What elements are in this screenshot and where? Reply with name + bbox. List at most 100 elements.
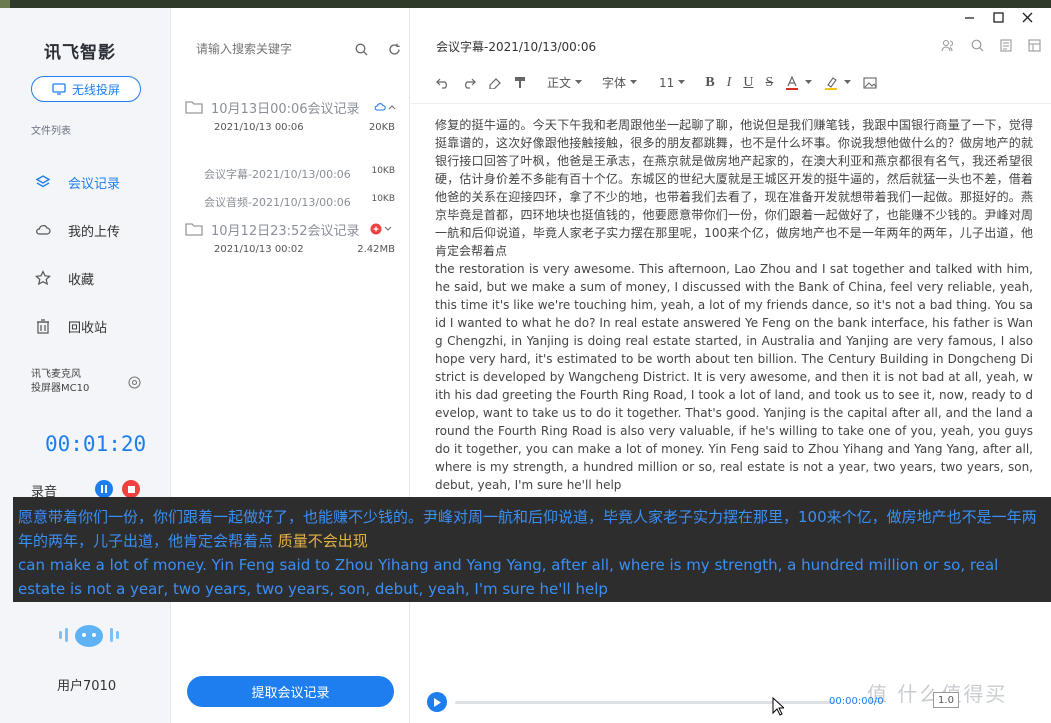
chevron-down-icon[interactable]	[384, 226, 392, 232]
app-logo: 讯飞智影	[44, 43, 116, 63]
nav-item-recycle-bin[interactable]: 回收站	[34, 314, 107, 338]
file-list-label: 文件列表	[31, 126, 71, 137]
paragraph-value: 正文	[547, 76, 572, 90]
app-window: 讯飞智影 无线投屏 文件列表 会议记录 我的上传 收藏 回收站 讯飞麦克风 投屏…	[0, 8, 1051, 723]
mascot-icon	[59, 625, 119, 647]
font-select[interactable]: 字体	[602, 74, 638, 91]
caret-down-icon[interactable]	[844, 80, 852, 85]
eraser-icon[interactable]	[488, 77, 502, 89]
extract-record-button[interactable]: 提取会议记录	[187, 676, 394, 707]
child-name: 会议字幕-2021/10/13/00:06	[204, 168, 351, 181]
nav-item-my-uploads[interactable]: 我的上传	[34, 218, 120, 242]
wireless-cast-label: 无线投屏	[71, 82, 120, 97]
maximize-icon[interactable]	[993, 12, 1004, 23]
pause-icon	[101, 485, 107, 493]
nav-item-meeting-records[interactable]: 会议记录	[34, 170, 120, 194]
nav-label: 收藏	[68, 272, 95, 288]
font-size-select[interactable]: 11	[659, 75, 686, 90]
user-name[interactable]: 用户7010	[57, 675, 116, 694]
document-title: 会议字幕-2021/10/13/00:06	[436, 40, 597, 54]
format-toolbar: 正文 字体 11 B I U S	[436, 74, 1036, 91]
bold-icon[interactable]: B	[705, 75, 714, 91]
cloud-icon	[34, 221, 52, 239]
font-size-value: 11	[659, 75, 675, 90]
child-size: 10KB	[371, 194, 395, 204]
layers-icon	[34, 173, 52, 191]
header-tools	[941, 39, 1041, 52]
subtitle-english: can make a lot of money. Yin Feng said t…	[18, 556, 999, 598]
nav-item-favorites[interactable]: 收藏	[34, 266, 94, 290]
trash-icon	[34, 317, 52, 335]
redo-icon[interactable]	[462, 77, 476, 89]
caret-down-icon	[678, 80, 686, 84]
transcript-editor[interactable]: 修复的挺牛逼的。今天下午我和老周跟他坐一起聊了聊，他说但是我们赚笔钱，我跟中国银…	[435, 116, 1033, 494]
caret-down-icon[interactable]	[805, 80, 813, 85]
folder-icon	[185, 223, 203, 236]
list-item[interactable]: 10月12日23:52会议记录 2021/10/13 00:02 2.42MB	[185, 218, 407, 255]
device-model: 投屏器MC10	[31, 383, 90, 394]
star-icon	[34, 269, 52, 287]
transcribe-badge-icon	[370, 223, 382, 235]
child-size: 10KB	[371, 166, 395, 176]
window-controls	[964, 12, 1033, 23]
device-name: 讯飞麦克风	[31, 369, 81, 380]
list-item[interactable]: 10月13日00:06会议记录 2021/10/13 00:06 20KB	[185, 96, 407, 133]
undo-icon[interactable]	[436, 77, 450, 89]
nav-label: 会议记录	[68, 176, 121, 192]
transcript-english: the restoration is very awesome. This af…	[435, 262, 1033, 492]
play-button[interactable]	[427, 692, 447, 712]
document-icon[interactable]	[1000, 39, 1012, 52]
record-date: 2021/10/13 00:06	[214, 122, 304, 133]
italic-icon[interactable]: I	[727, 75, 732, 91]
recording-timer: 00:01:20	[45, 432, 147, 456]
transcript-chinese: 修复的挺牛逼的。今天下午我和老周跟他坐一起聊了聊，他说但是我们赚笔钱，我跟中国银…	[435, 118, 1033, 258]
gear-icon[interactable]	[128, 376, 141, 389]
font-color-icon[interactable]	[785, 75, 799, 90]
pause-button[interactable]	[95, 480, 113, 498]
paragraph-select[interactable]: 正文	[547, 74, 583, 91]
cloud-upload-icon	[374, 103, 386, 111]
record-size: 20KB	[368, 122, 395, 133]
record-list-panel: 10月13日00:06会议记录 2021/10/13 00:06 20KB 会议…	[171, 8, 410, 723]
folder-icon	[185, 101, 203, 114]
subtitle-chinese-text: 愿意带着你们一份，你们跟着一起做好了，也能赚不少钱的。尹峰对周一航和后仰说道，毕…	[18, 508, 1037, 550]
font-value: 字体	[602, 76, 627, 90]
strikethrough-icon[interactable]: S	[765, 75, 773, 91]
image-icon[interactable]	[863, 76, 877, 89]
chevron-up-icon[interactable]	[388, 104, 396, 110]
toolbar-divider	[411, 103, 1051, 104]
search-icon[interactable]	[355, 43, 368, 56]
nav-label: 回收站	[68, 320, 108, 336]
caret-down-icon	[575, 80, 583, 84]
wireless-cast-button[interactable]: 无线投屏	[31, 76, 141, 102]
minimize-icon[interactable]	[964, 12, 975, 23]
audio-player: 00:00:00/0 1.0	[427, 692, 1047, 712]
caret-down-icon	[630, 80, 638, 84]
nav-label: 我的上传	[68, 224, 121, 240]
stop-button[interactable]	[122, 480, 140, 498]
left-nav: 讯飞智影 无线投屏 文件列表 会议记录 我的上传 收藏 回收站 讯飞麦克风 投屏…	[0, 8, 171, 723]
live-subtitle-overlay: 愿意带着你们一份，你们跟着一起做好了，也能赚不少钱的。尹峰对周一航和后仰说道，毕…	[13, 497, 1051, 602]
close-icon[interactable]	[1022, 12, 1033, 23]
list-item[interactable]: 会议字幕-2021/10/13/00:06 10KB	[204, 166, 407, 182]
stop-icon	[127, 485, 135, 493]
search-input[interactable]	[196, 42, 346, 56]
speed-select[interactable]: 1.0	[933, 692, 959, 708]
export-icon[interactable]	[1028, 39, 1041, 52]
search-icon[interactable]	[971, 39, 984, 52]
record-date: 2021/10/13 00:02	[214, 244, 304, 255]
child-name: 会议音频-2021/10/13/00:06	[204, 196, 351, 209]
record-title: 10月13日00:06会议记录	[211, 101, 360, 117]
subtitle-chinese: 愿意带着你们一份，你们跟着一起做好了，也能赚不少钱的。尹峰对周一航和后仰说道，毕…	[18, 505, 1047, 553]
record-title: 10月12日23:52会议记录	[211, 223, 360, 239]
format-painter-icon[interactable]	[514, 76, 527, 89]
highlight-icon[interactable]	[824, 76, 838, 90]
list-item[interactable]: 会议音频-2021/10/13/00:06 10KB	[204, 194, 407, 210]
underline-icon[interactable]: U	[743, 75, 753, 91]
people-icon[interactable]	[941, 39, 955, 52]
screen-cast-icon	[52, 83, 66, 95]
play-icon	[434, 697, 441, 707]
refresh-icon[interactable]	[388, 43, 401, 56]
record-size: 2.42MB	[357, 244, 395, 255]
mouse-cursor-icon	[772, 697, 784, 716]
